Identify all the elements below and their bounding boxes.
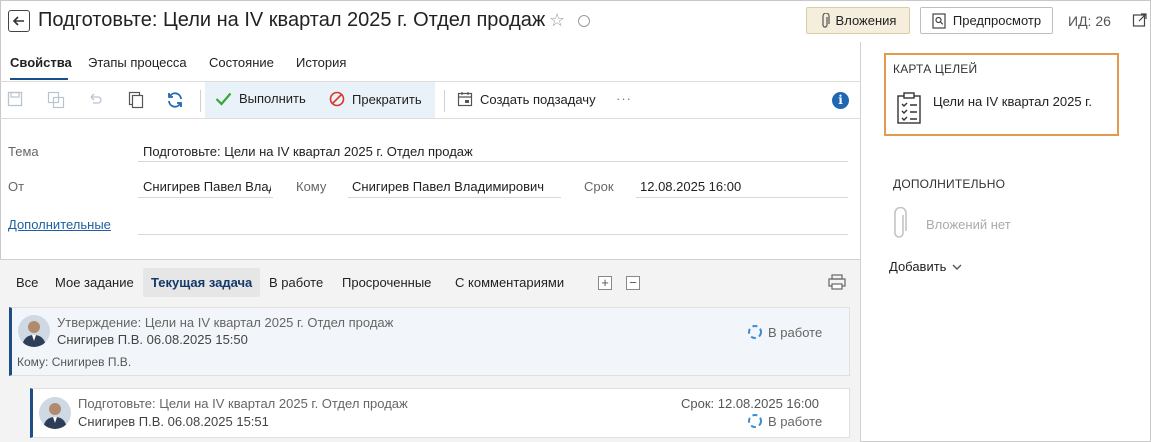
calendar-icon	[457, 92, 473, 107]
tab-process-stages[interactable]: Этапы процесса	[88, 55, 187, 70]
subject-label: Тема	[8, 144, 39, 159]
copy-icon[interactable]	[128, 91, 144, 109]
from-underline	[138, 197, 273, 198]
save-copy-icon[interactable]	[47, 91, 65, 109]
toolbar-separator	[200, 90, 201, 112]
goals-map-panel: КАРТА ЦЕЛЕЙ Цели на IV квартал 2025 г.	[884, 53, 1119, 136]
page-title: Подготовьте: Цели на IV квартал 2025 г. …	[38, 9, 546, 31]
stop-button[interactable]: Прекратить	[329, 91, 422, 107]
active-tab-indicator	[10, 78, 68, 80]
create-subtask-button[interactable]: Создать подзадачу	[457, 91, 596, 107]
avatar	[18, 315, 50, 347]
avatar	[39, 397, 71, 429]
status-badge: В работе	[747, 324, 822, 340]
task-deadline: Срок: 12.08.2025 16:00	[681, 396, 819, 411]
tab-bar: Свойства Этапы процесса Состояние Истори…	[0, 48, 860, 82]
status-circle-icon[interactable]	[578, 15, 590, 27]
task-meta: Снигирев П.В. 06.08.2025 15:51	[78, 414, 269, 429]
create-subtask-label: Создать подзадачу	[480, 91, 596, 107]
deadline-label: Срок	[584, 179, 614, 194]
filter-overdue[interactable]: Просроченные	[342, 275, 431, 290]
goal-item[interactable]: Цели на IV квартал 2025 г.	[933, 94, 1092, 109]
id-label: ИД: 26	[1068, 13, 1111, 29]
status-label: В работе	[768, 324, 823, 340]
more-button[interactable]: ···	[616, 91, 632, 106]
preview-label: Предпросмотр	[952, 13, 1042, 28]
back-button[interactable]	[8, 10, 30, 32]
star-icon[interactable]: ☆	[549, 10, 565, 31]
attachments-label: Вложения	[835, 13, 897, 28]
vertical-splitter	[860, 42, 861, 442]
expand-all-button[interactable]: +	[598, 276, 612, 290]
paperclip-icon	[821, 12, 830, 28]
execute-label: Выполнить	[239, 91, 306, 106]
stop-label: Прекратить	[352, 91, 422, 107]
checklist-icon	[897, 92, 921, 124]
to-field[interactable]: Снигирев Павел Владимирович	[352, 179, 562, 194]
preview-button[interactable]: Предпросмотр	[920, 7, 1053, 34]
task-recipient: Кому: Снигирев П.В.	[17, 355, 132, 369]
task-title[interactable]: Утверждение: Цели на IV квартал 2025 г. …	[57, 315, 393, 330]
filter-my-task[interactable]: Мое задание	[55, 275, 134, 290]
filter-in-progress[interactable]: В работе	[269, 275, 323, 290]
info-icon[interactable]: i	[832, 92, 849, 109]
tab-history[interactable]: История	[296, 55, 346, 70]
extra-section-title: ДОПОЛНИТЕЛЬНО	[893, 177, 1006, 191]
preview-icon	[932, 12, 946, 29]
toolbar-separator	[444, 90, 445, 112]
paperclip-icon	[894, 207, 907, 238]
printer-icon[interactable]	[828, 274, 846, 290]
goals-map-title: КАРТА ЦЕЛЕЙ	[893, 62, 978, 76]
in-progress-icon	[748, 325, 762, 339]
in-progress-icon	[748, 414, 762, 428]
filter-current-task[interactable]: Текущая задача	[151, 275, 252, 290]
task-meta: Снигирев П.В. 06.08.2025 15:50	[57, 332, 248, 347]
no-attachments-text: Вложений нет	[926, 217, 1011, 232]
add-button[interactable]: Добавить	[889, 259, 962, 274]
subject-underline	[138, 161, 848, 162]
deadline-underline	[636, 197, 848, 198]
filter-all[interactable]: Все	[16, 275, 38, 290]
task-card[interactable]: Подготовьте: Цели на IV квартал 2025 г. …	[30, 388, 850, 438]
cancel-icon	[329, 91, 345, 107]
tab-properties[interactable]: Свойства	[10, 55, 72, 70]
additional-link[interactable]: Дополнительные	[8, 217, 111, 232]
toolbar: Выполнить Прекратить Создать подзадачу ·…	[0, 82, 860, 119]
refresh-icon[interactable]	[166, 91, 184, 109]
execute-button[interactable]: Выполнить	[215, 91, 306, 106]
to-underline	[348, 197, 561, 198]
attachments-button[interactable]: Вложения	[806, 7, 910, 34]
chevron-down-icon	[952, 264, 962, 270]
task-title[interactable]: Подготовьте: Цели на IV квартал 2025 г. …	[78, 396, 408, 411]
task-card[interactable]: Утверждение: Цели на IV квартал 2025 г. …	[9, 307, 850, 376]
deadline-field[interactable]: 12.08.2025 16:00	[640, 179, 840, 194]
additional-underline	[138, 234, 848, 235]
arrow-left-icon	[12, 16, 24, 26]
status-label: В работе	[768, 413, 823, 429]
subject-field[interactable]: Подготовьте: Цели на IV квартал 2025 г. …	[143, 144, 843, 159]
open-external-icon[interactable]	[1132, 12, 1148, 28]
from-label: От	[8, 179, 25, 194]
save-icon[interactable]	[7, 91, 23, 107]
add-label: Добавить	[889, 259, 947, 274]
header: Подготовьте: Цели на IV квартал 2025 г. …	[0, 0, 1151, 42]
tab-state[interactable]: Состояние	[209, 55, 274, 70]
undo-icon[interactable]	[87, 91, 103, 107]
to-label: Кому	[296, 179, 327, 194]
collapse-all-button[interactable]: −	[626, 276, 640, 290]
check-icon	[215, 92, 232, 106]
filter-with-comments[interactable]: С комментариями	[455, 275, 564, 290]
from-field[interactable]: Снигирев Павел Владимирович	[143, 179, 271, 194]
status-badge: В работе	[747, 413, 822, 429]
